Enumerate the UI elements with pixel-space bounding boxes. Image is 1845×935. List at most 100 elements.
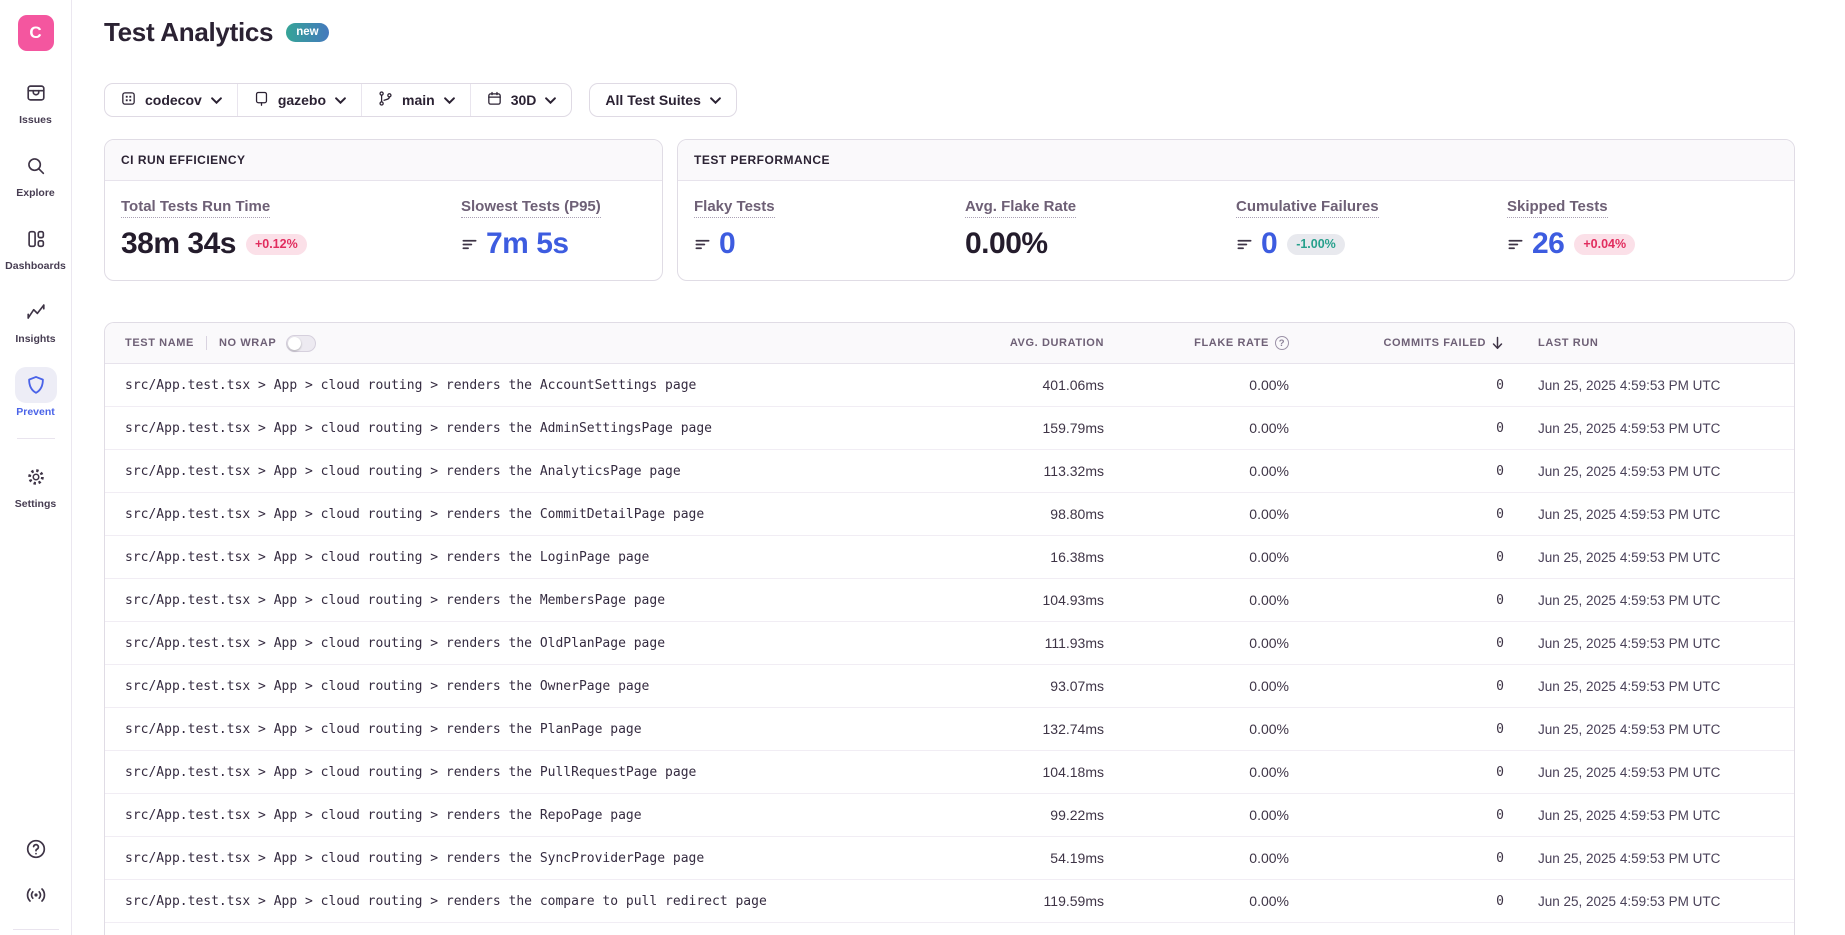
test-name-cell: src/App.test.tsx > App > cloud routing >… — [105, 593, 944, 608]
delta-badge: +0.04% — [1574, 234, 1635, 255]
flake-rate-cell: 0.00% — [1104, 635, 1289, 651]
test-name-cell: src/App.test.tsx > App > cloud routing >… — [105, 894, 944, 909]
commits-failed-cell: 0 — [1289, 421, 1504, 436]
branch-selector[interactable]: main — [362, 84, 471, 116]
panel-title: CI RUN EFFICIENCY — [105, 140, 662, 181]
avg-duration-cell: 113.32ms — [944, 463, 1104, 479]
org-selector-value: codecov — [145, 92, 202, 108]
help-icon[interactable] — [24, 837, 48, 861]
sidebar-item-insights[interactable]: Insights — [15, 294, 57, 345]
chevron-down-icon — [545, 97, 556, 104]
chevron-down-icon — [710, 97, 721, 104]
flake-rate-cell: 0.00% — [1104, 850, 1289, 866]
table-row[interactable]: src/App.test.tsx > App > cloud routing >… — [105, 493, 1794, 536]
sidebar-item-label: Prevent — [16, 406, 55, 418]
commits-failed-cell: 0 — [1289, 894, 1504, 909]
avg-duration-cell: 99.22ms — [944, 807, 1104, 823]
table-row[interactable]: src/App.test.tsx > App > cloud routing >… — [105, 364, 1794, 407]
sidebar-item-dashboards[interactable]: Dashboards — [5, 221, 66, 272]
new-badge: new — [286, 23, 328, 42]
avg-duration-cell: 98.80ms — [944, 506, 1104, 522]
last-run-cell: Jun 25, 2025 4:59:53 PM UTC — [1504, 421, 1794, 436]
metric-label[interactable]: Flaky Tests — [694, 198, 775, 218]
table-row[interactable]: src/App.test.tsx > App > cloud routing >… — [105, 665, 1794, 708]
delta-badge: -1.00% — [1287, 234, 1345, 255]
metric-label[interactable]: Total Tests Run Time — [121, 198, 270, 218]
app-logo[interactable]: C — [18, 15, 54, 51]
flake-rate-header[interactable]: FLAKE RATE ? — [1104, 336, 1289, 350]
test-name-cell: src/App.test.tsx > App > cloud routing >… — [105, 507, 944, 522]
metric-value-link[interactable]: 0 — [1261, 227, 1277, 261]
commits-failed-cell: 0 — [1289, 464, 1504, 479]
branch-icon — [377, 90, 394, 110]
flake-rate-cell: 0.00% — [1104, 377, 1289, 393]
sidebar-item-label: Dashboards — [5, 260, 66, 272]
metric-value-link[interactable]: 0 — [719, 227, 735, 261]
flake-rate-cell: 0.00% — [1104, 549, 1289, 565]
flake-rate-cell: 0.00% — [1104, 592, 1289, 608]
repo-icon — [253, 90, 270, 110]
no-wrap-label: NO WRAP — [219, 337, 276, 349]
commits-failed-header[interactable]: COMMITS FAILED — [1289, 336, 1504, 350]
avg-duration-cell: 159.79ms — [944, 420, 1104, 436]
sidebar-item-prevent[interactable]: Prevent — [15, 367, 57, 418]
metric-label[interactable]: Skipped Tests — [1507, 198, 1608, 218]
commits-failed-cell: 0 — [1289, 593, 1504, 608]
table-row[interactable]: src/App.test.tsx > App > cloud routing >… — [105, 837, 1794, 880]
date-range-value: 30D — [511, 92, 537, 108]
commits-failed-cell: 0 — [1289, 378, 1504, 393]
metric-value-link[interactable]: 7m 5s — [486, 227, 569, 261]
test-name-cell: src/App.test.tsx > App > cloud routing >… — [105, 808, 944, 823]
sidebar-item-settings[interactable]: Settings — [15, 459, 57, 510]
metric-avg-flake-rate: Avg. Flake Rate 0.00% — [965, 198, 1236, 261]
table-row[interactable]: src/App.test.tsx > App > cloud routing >… — [105, 794, 1794, 837]
metric-slowest-tests: Slowest Tests (P95) 7m 5s — [461, 198, 646, 261]
filter-group: codecov gazebo — [104, 83, 572, 117]
panel-title: TEST PERFORMANCE — [678, 140, 1794, 181]
test-name-cell: src/App.test.tsx > App > cloud routing >… — [105, 851, 944, 866]
table-row[interactable]: src/App.test.tsx > App > cloud routing >… — [105, 536, 1794, 579]
last-run-header[interactable]: LAST RUN — [1504, 337, 1794, 349]
commits-failed-cell: 0 — [1289, 679, 1504, 694]
filter-lines-icon — [1507, 236, 1524, 253]
flake-rate-cell: 0.00% — [1104, 893, 1289, 909]
table-row[interactable]: src/App.test.tsx > App > cloud routing >… — [105, 450, 1794, 493]
test-name-cell: src/App.test.tsx > App > cloud routing >… — [105, 679, 944, 694]
question-circle-icon[interactable]: ? — [1275, 336, 1289, 350]
commits-failed-cell: 0 — [1289, 636, 1504, 651]
test-performance-panel: TEST PERFORMANCE Flaky Tests 0 Avg. Flak… — [677, 139, 1795, 281]
sidebar-bottom — [13, 837, 59, 935]
commits-failed-cell: 0 — [1289, 507, 1504, 522]
metric-value-link[interactable]: 26 — [1532, 227, 1564, 261]
metric-label[interactable]: Avg. Flake Rate — [965, 198, 1076, 218]
metric-label[interactable]: Cumulative Failures — [1236, 198, 1379, 218]
flake-rate-cell: 0.00% — [1104, 764, 1289, 780]
metric-value-row: 0 -1.00% — [1236, 227, 1507, 261]
date-range-selector[interactable]: 30D — [471, 84, 572, 116]
org-selector[interactable]: codecov — [105, 84, 238, 116]
sidebar-item-explore[interactable]: Explore — [15, 148, 57, 199]
metric-total-tests-run-time: Total Tests Run Time 38m 34s +0.12% — [121, 198, 461, 261]
test-suites-selector[interactable]: All Test Suites — [589, 83, 736, 117]
table-row[interactable]: src/App.test.tsx > App > cloud routing >… — [105, 622, 1794, 665]
table-row[interactable]: src/App.test.tsx > App > cloud routing >… — [105, 751, 1794, 794]
commits-failed-label: COMMITS FAILED — [1383, 337, 1486, 349]
summary-panels: CI RUN EFFICIENCY Total Tests Run Time 3… — [104, 139, 1795, 281]
metric-cumulative-failures: Cumulative Failures 0 -1.00% — [1236, 198, 1507, 261]
repo-selector[interactable]: gazebo — [238, 84, 362, 116]
table-row[interactable]: src/App.test.tsx > App > cloud routing >… — [105, 579, 1794, 622]
sidebar-item-issues[interactable]: Issues — [15, 75, 57, 126]
shield-icon — [15, 367, 57, 403]
table-row[interactable]: src/App.test.tsx > App > cloud routing >… — [105, 407, 1794, 450]
filter-lines-icon — [1236, 236, 1253, 253]
no-wrap-toggle[interactable] — [286, 335, 316, 352]
table-row[interactable]: src/App.test.tsx > App > cloud routing >… — [105, 708, 1794, 751]
metric-skipped-tests: Skipped Tests 26 +0.04% — [1507, 198, 1778, 261]
avg-duration-header[interactable]: AVG. DURATION — [944, 337, 1104, 349]
sort-desc-arrow-icon[interactable] — [1491, 336, 1504, 350]
last-run-cell: Jun 25, 2025 4:59:53 PM UTC — [1504, 679, 1794, 694]
metric-label[interactable]: Slowest Tests (P95) — [461, 198, 601, 218]
broadcast-icon[interactable] — [24, 883, 48, 907]
table-row[interactable]: src/App.test.tsx > App > cloud routing >… — [105, 880, 1794, 923]
test-name-header: TEST NAME NO WRAP — [105, 335, 944, 352]
